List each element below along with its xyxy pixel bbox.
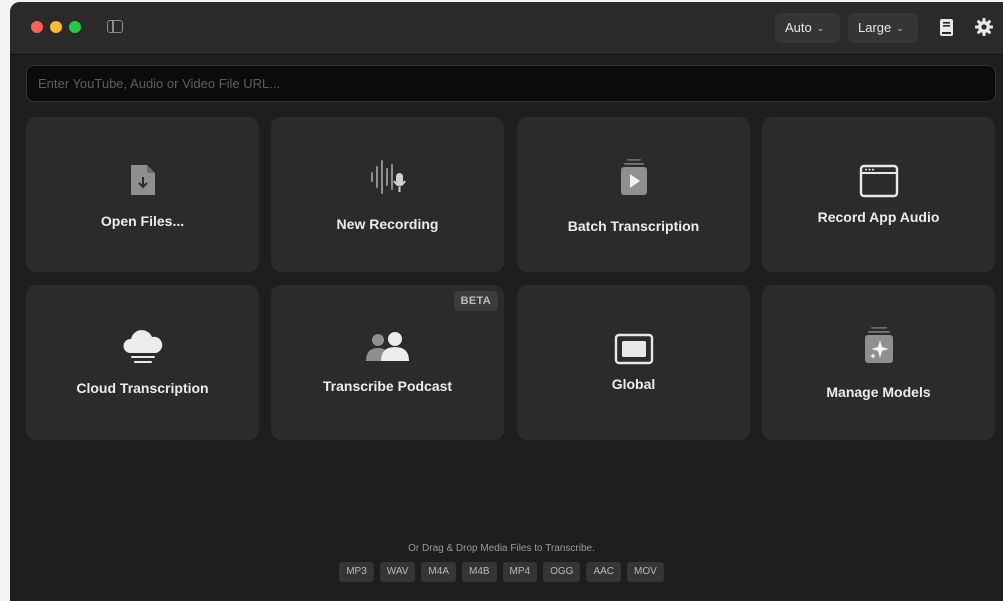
app-window: Auto ⌄ Large ⌄ Enter YouTube, Audio or V… xyxy=(10,2,1003,601)
app-window-icon xyxy=(859,164,898,198)
card-label: Manage Models xyxy=(826,384,931,400)
format-chip: MP4 xyxy=(502,562,538,582)
format-chip: MP3 xyxy=(339,562,374,582)
cloud-icon xyxy=(122,330,162,363)
card-label: New Recording xyxy=(336,216,439,232)
format-chip: MOV xyxy=(627,562,664,582)
stacked-play-icon xyxy=(620,159,647,195)
format-chip: AAC xyxy=(586,562,622,582)
format-chip: M4A xyxy=(421,562,456,582)
language-dropdown-value: Auto xyxy=(785,20,812,35)
model-size-dropdown-value: Large xyxy=(858,20,892,35)
beta-badge: BETA xyxy=(453,291,498,311)
gear-icon[interactable] xyxy=(974,17,994,37)
minimize-window-button[interactable] xyxy=(50,21,62,33)
chevron-down-icon: ⌄ xyxy=(816,23,825,33)
batch-transcription-card[interactable]: Batch Transcription xyxy=(517,117,750,272)
display-icon xyxy=(614,333,653,365)
open-files-card[interactable]: Open Files... xyxy=(26,117,259,272)
card-label: Cloud Transcription xyxy=(76,380,209,396)
title-bar: Auto ⌄ Large ⌄ xyxy=(10,2,1003,55)
url-input[interactable]: Enter YouTube, Audio or Video File URL..… xyxy=(26,65,996,102)
sparkle-stack-icon xyxy=(864,327,893,363)
manage-models-card[interactable]: Manage Models xyxy=(762,285,995,440)
card-label: Open Files... xyxy=(100,213,185,229)
record-app-audio-card[interactable]: Record App Audio xyxy=(762,117,995,272)
zoom-window-button[interactable] xyxy=(69,21,81,33)
global-card[interactable]: Global xyxy=(517,285,750,440)
language-dropdown[interactable]: Auto ⌄ xyxy=(775,13,840,43)
close-window-button[interactable] xyxy=(31,21,43,33)
supported-formats: MP3 WAV M4A M4B MP4 OGG AAC MOV xyxy=(0,562,1003,582)
format-chip: OGG xyxy=(543,562,581,582)
sidebar-toggle-icon[interactable] xyxy=(107,20,123,33)
book-icon[interactable] xyxy=(938,18,956,38)
model-size-dropdown[interactable]: Large ⌄ xyxy=(848,13,918,43)
card-label: Global xyxy=(611,376,656,392)
chevron-down-icon: ⌄ xyxy=(896,23,904,33)
file-download-icon xyxy=(130,165,155,195)
people-icon xyxy=(365,332,409,361)
format-chip: M4B xyxy=(461,562,497,582)
transcribe-podcast-card[interactable]: BETA Transcribe Podcast xyxy=(271,285,504,440)
url-input-placeholder: Enter YouTube, Audio or Video File URL..… xyxy=(38,76,281,91)
drag-drop-hint: Or Drag & Drop Media Files to Transcribe… xyxy=(408,543,595,554)
cloud-transcription-card[interactable]: Cloud Transcription xyxy=(26,285,259,440)
format-chip: WAV xyxy=(379,562,416,582)
card-label: Batch Transcription xyxy=(567,218,700,234)
card-label: Transcribe Podcast xyxy=(322,378,453,394)
waveform-mic-icon xyxy=(370,160,406,194)
card-label: Record App Audio xyxy=(817,209,940,225)
new-recording-card[interactable]: New Recording xyxy=(271,117,504,272)
